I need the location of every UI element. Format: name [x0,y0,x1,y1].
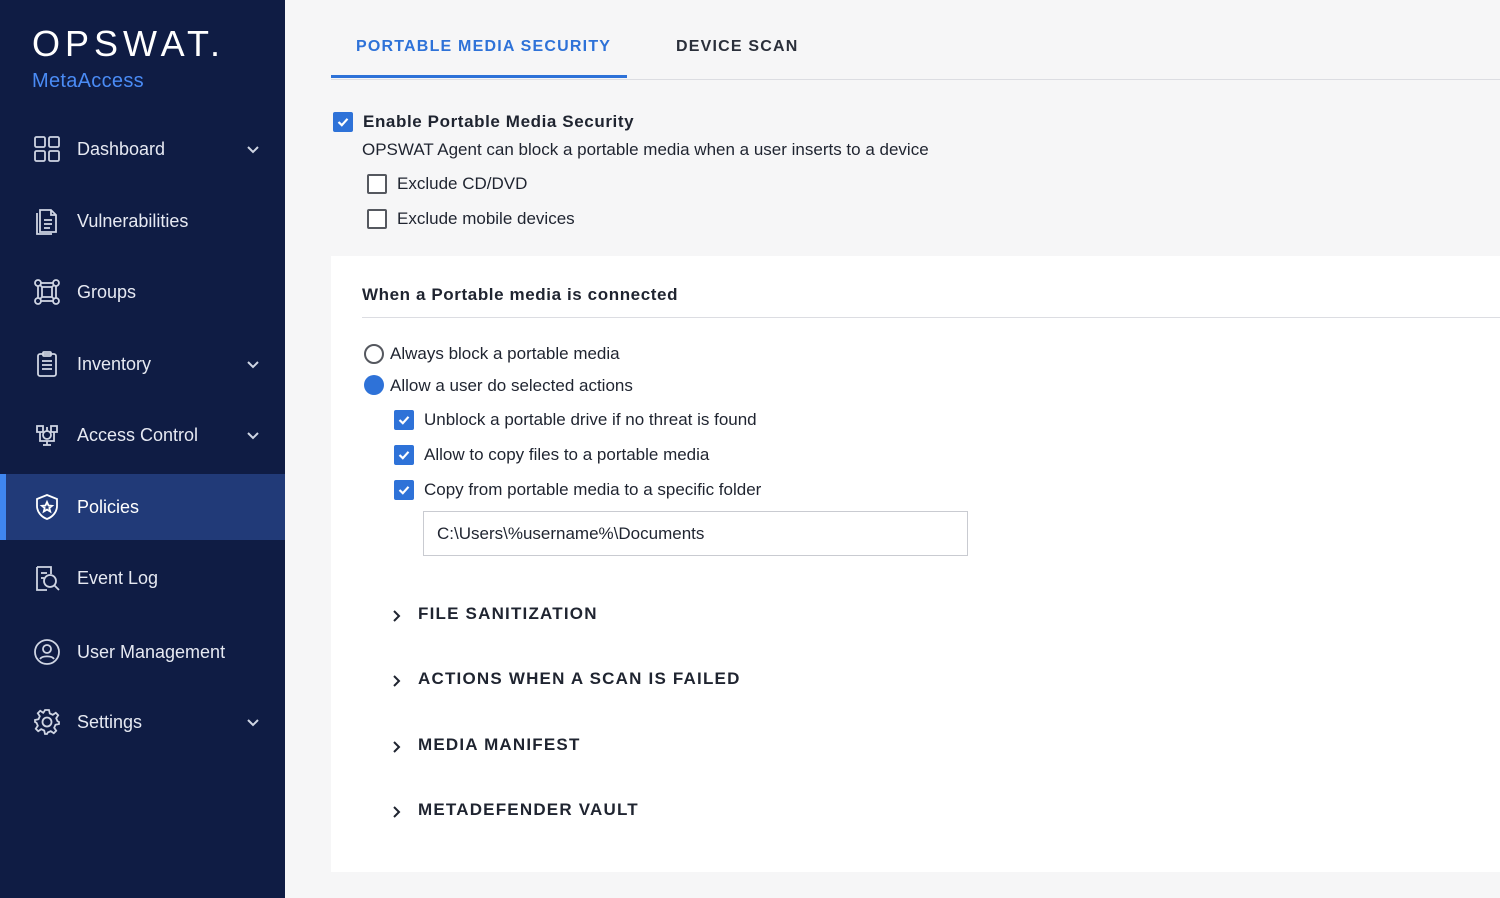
logo-opswat: OPSWAT. [32,23,226,64]
exclude-cd-dvd-checkbox[interactable] [367,174,387,194]
chevron-down-icon [244,140,262,158]
access-control-icon [33,421,61,449]
chevron-right-icon [388,804,404,820]
logo: OPSWAT. MetaAccess [32,24,225,93]
sidebar-item-label: User Management [77,641,226,662]
radio-always-block[interactable] [364,344,384,364]
sidebar-item-label: Settings [77,711,143,732]
sidebar-item-user-management[interactable]: User Management [0,619,285,685]
sidebar-item-inventory[interactable]: Inventory [0,331,285,397]
chevron-right-icon [388,739,404,755]
checkmark-icon [337,118,349,127]
radio-allow-selected-actions[interactable] [364,375,384,395]
checkmark-icon [398,486,410,495]
unblock-drive-checkbox[interactable] [394,410,414,430]
gear-icon [33,708,61,736]
tab-bar: PORTABLE MEDIA SECURITY DEVICE SCAN [331,0,1500,80]
enable-portable-media-checkbox[interactable] [333,112,353,132]
sidebar-item-settings[interactable]: Settings [0,689,285,755]
unblock-drive-label: Unblock a portable drive if no threat is… [424,410,757,429]
sidebar-item-label: Groups [77,281,137,302]
panel-divider [362,317,1500,318]
chevron-down-icon [244,355,262,373]
connected-panel-title: When a Portable media is connected [362,285,679,304]
shield-icon [33,493,61,521]
sidebar-item-label: Inventory [77,353,152,374]
radio-always-block-label: Always block a portable media [390,344,620,363]
radio-allow-selected-actions-label: Allow a user do selected actions [390,376,633,395]
sidebar-item-groups[interactable]: Groups [0,259,285,325]
section-label: FILE SANITIZATION [418,604,598,623]
event-log-search-icon [33,564,61,592]
sidebar-item-label: Dashboard [77,138,166,159]
chevron-down-icon [244,713,262,731]
dashboard-grid-icon [33,135,61,163]
exclude-mobile-devices-label: Exclude mobile devices [397,209,575,228]
sidebar-item-dashboard[interactable]: Dashboard [0,116,285,182]
checkmark-icon [398,451,410,460]
sidebar-item-event-log[interactable]: Event Log [0,545,285,611]
sidebar: OPSWAT. MetaAccess Dashboard Vulnerabili… [0,0,285,898]
chevron-right-icon [388,673,404,689]
enable-description: OPSWAT Agent can block a portable media … [362,140,929,159]
sidebar-item-label: Access Control [77,424,199,445]
exclude-cd-dvd-label: Exclude CD/DVD [397,174,528,193]
folder-path-input[interactable] [423,511,968,556]
clipboard-icon [33,350,61,378]
allow-copy-to-media-checkbox[interactable] [394,445,414,465]
section-label: MEDIA MANIFEST [418,735,581,754]
logo-product: MetaAccess [32,70,144,92]
document-icon [33,207,61,235]
chevron-right-icon [388,608,404,624]
sidebar-item-label: Vulnerabilities [77,210,189,231]
copy-to-folder-checkbox[interactable] [394,480,414,500]
sidebar-item-label: Event Log [77,567,159,588]
tab-portable-media-security[interactable]: PORTABLE MEDIA SECURITY [356,38,611,56]
sidebar-item-vulnerabilities[interactable]: Vulnerabilities [0,188,285,254]
enable-portable-media-label: Enable Portable Media Security [363,112,635,131]
sidebar-item-access-control[interactable]: Access Control [0,402,285,468]
sidebar-item-policies[interactable]: Policies [0,474,285,540]
tab-device-scan[interactable]: DEVICE SCAN [676,38,799,56]
groups-network-icon [33,278,61,306]
section-label: METADEFENDER VAULT [418,800,639,819]
checkmark-icon [398,416,410,425]
chevron-down-icon [244,426,262,444]
user-circle-icon [33,638,61,666]
exclude-mobile-devices-checkbox[interactable] [367,209,387,229]
copy-to-folder-label: Copy from portable media to a specific f… [424,480,762,499]
allow-copy-to-media-label: Allow to copy files to a portable media [424,445,710,464]
sidebar-item-label: Policies [77,496,140,517]
active-tab-indicator [331,75,627,78]
section-label: ACTIONS WHEN A SCAN IS FAILED [418,669,741,688]
